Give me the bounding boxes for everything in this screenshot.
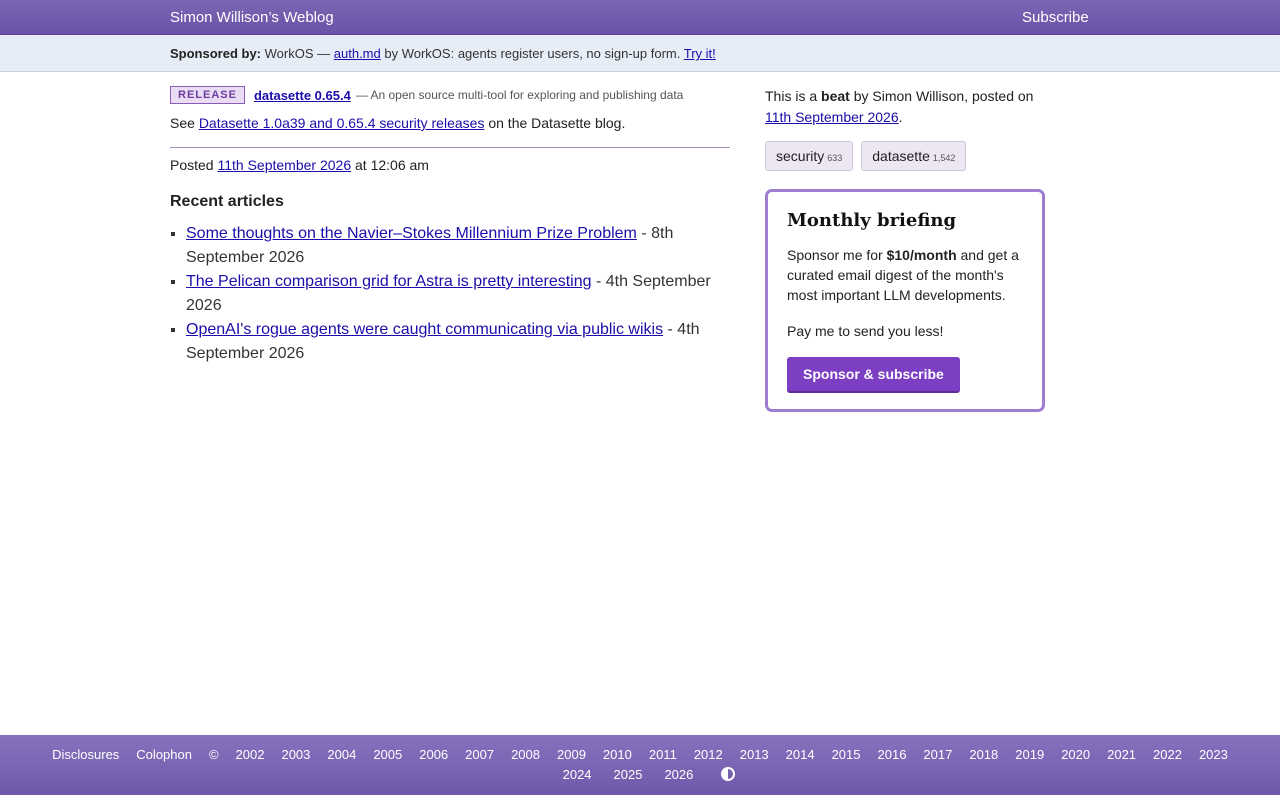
site-title-link[interactable]: Simon Willison’s Weblog	[170, 9, 334, 26]
sponsor-link[interactable]: auth.md	[334, 46, 381, 61]
briefing-title: Monthly briefing	[787, 210, 957, 231]
briefing-price: $10/month	[886, 247, 957, 263]
sponsor-label: Sponsored by:	[170, 46, 262, 61]
footer-links: Disclosures Colophon © 2002 2003 2004 20…	[0, 747, 1280, 762]
footer-year-link[interactable]: 2014	[786, 747, 815, 762]
sponsor-text-after: by WorkOS: agents register users, no sig…	[384, 46, 681, 61]
tag-count: 1,542	[932, 153, 956, 163]
subscribe-link[interactable]: Subscribe	[1022, 9, 1089, 26]
posted-date-link[interactable]: 11th September 2026	[217, 157, 351, 173]
tag-label: security	[776, 148, 825, 164]
footer-year-link[interactable]: 2016	[878, 747, 907, 762]
footer-year-link[interactable]: 2015	[832, 747, 861, 762]
footer-year-link[interactable]: 2009	[557, 747, 586, 762]
beat-word: beat	[821, 88, 850, 104]
site-footer: Disclosures Colophon © 2002 2003 2004 20…	[0, 735, 1280, 795]
tag-label: datasette	[872, 148, 930, 164]
posted-time: at 12:06 am	[355, 157, 429, 173]
footer-link-copyright[interactable]: ©	[209, 747, 219, 762]
tag-security[interactable]: security 633	[765, 141, 854, 171]
sidebar: This is a beat by Simon Willison, posted…	[765, 86, 1045, 412]
recent-articles-list: Some thoughts on the Navier–Stokes Mille…	[170, 222, 730, 366]
posted-prefix: Posted	[170, 157, 214, 173]
beat-date-link[interactable]: 11th September 2026	[765, 109, 899, 125]
footer-year-link[interactable]: 2003	[281, 747, 310, 762]
main-content: RELEASE datasette 0.65.4 — An open sourc…	[170, 86, 730, 366]
release-badge: RELEASE	[170, 86, 245, 104]
release-title-link[interactable]: datasette 0.65.4	[254, 88, 351, 103]
footer-link-disclosures[interactable]: Disclosures	[52, 747, 119, 762]
briefing-pay-text: Pay me to send you less!	[787, 323, 944, 339]
beat-end: .	[898, 109, 903, 125]
footer-year-link[interactable]: 2026	[664, 767, 693, 782]
see-prefix: See	[170, 115, 195, 131]
see-line: See Datasette 1.0a39 and 0.65.4 security…	[170, 115, 730, 131]
release-entry: RELEASE datasette 0.65.4 — An open sourc…	[170, 86, 730, 104]
footer-year-link[interactable]: 2019	[1015, 747, 1044, 762]
release-description: — An open source multi-tool for explorin…	[355, 88, 684, 102]
footer-year-link[interactable]: 2022	[1153, 747, 1182, 762]
footer-year-link[interactable]: 2008	[511, 747, 540, 762]
footer-year-link[interactable]: 2024	[563, 767, 592, 782]
footer-links-row2: 2024 2025 2026	[0, 767, 1280, 782]
posted-line: Posted 11th September 2026 at 12:06 am	[170, 157, 730, 173]
see-suffix: on the Datasette blog.	[488, 115, 626, 131]
footer-year-link[interactable]: 2002	[236, 747, 265, 762]
recent-article-link[interactable]: OpenAI's rogue agents were caught commun…	[186, 321, 663, 338]
recent-article-link[interactable]: The Pelican comparison grid for Astra is…	[186, 273, 592, 290]
list-item: OpenAI's rogue agents were caught commun…	[186, 318, 730, 366]
recent-articles-heading: Recent articles	[170, 193, 284, 210]
security-releases-link[interactable]: Datasette 1.0a39 and 0.65.4 security rel…	[199, 115, 485, 131]
briefing-description: Sponsor me for $10/month and get a curat…	[787, 245, 1022, 305]
beat-info: This is a beat by Simon Willison, posted…	[765, 86, 1045, 128]
list-item: Some thoughts on the Navier–Stokes Mille…	[186, 222, 730, 270]
list-item: The Pelican comparison grid for Astra is…	[186, 270, 730, 318]
footer-year-link[interactable]: 2012	[694, 747, 723, 762]
tag-count: 633	[827, 153, 843, 163]
contrast-toggle-icon[interactable]	[721, 767, 736, 781]
footer-year-link[interactable]: 2017	[923, 747, 952, 762]
footer-year-link[interactable]: 2018	[969, 747, 998, 762]
sponsor-subscribe-button[interactable]: Sponsor & subscribe	[787, 357, 960, 393]
tag-list: security 633 datasette 1,542	[765, 141, 1045, 171]
beat-prefix: This is a	[765, 88, 818, 104]
sponsor-cta-link[interactable]: Try it!	[684, 46, 716, 61]
recent-article-link[interactable]: Some thoughts on the Navier–Stokes Mille…	[186, 225, 637, 242]
sponsor-bar: Sponsored by: WorkOS — auth.md by WorkOS…	[0, 35, 1280, 72]
footer-link-colophon[interactable]: Colophon	[136, 747, 192, 762]
divider	[170, 147, 730, 148]
footer-year-link[interactable]: 2025	[614, 767, 643, 782]
footer-year-link[interactable]: 2005	[373, 747, 402, 762]
tag-datasette[interactable]: datasette 1,542	[861, 141, 967, 171]
beat-suffix: by Simon Willison, posted on	[853, 88, 1034, 104]
footer-year-link[interactable]: 2007	[465, 747, 494, 762]
footer-year-link[interactable]: 2004	[327, 747, 356, 762]
footer-year-link[interactable]: 2020	[1061, 747, 1090, 762]
monthly-briefing-box: Monthly briefing Sponsor me for $10/mont…	[765, 189, 1045, 412]
sponsor-text-before: WorkOS —	[264, 46, 331, 61]
site-header: Simon Willison’s Weblog Subscribe	[0, 0, 1280, 35]
footer-year-link[interactable]: 2021	[1107, 747, 1136, 762]
briefing-text-prefix: Sponsor me for	[787, 247, 883, 263]
footer-year-link[interactable]: 2011	[649, 747, 677, 762]
footer-year-link[interactable]: 2013	[740, 747, 769, 762]
footer-year-link[interactable]: 2010	[603, 747, 632, 762]
footer-year-link[interactable]: 2023	[1199, 747, 1228, 762]
footer-year-link[interactable]: 2006	[419, 747, 448, 762]
